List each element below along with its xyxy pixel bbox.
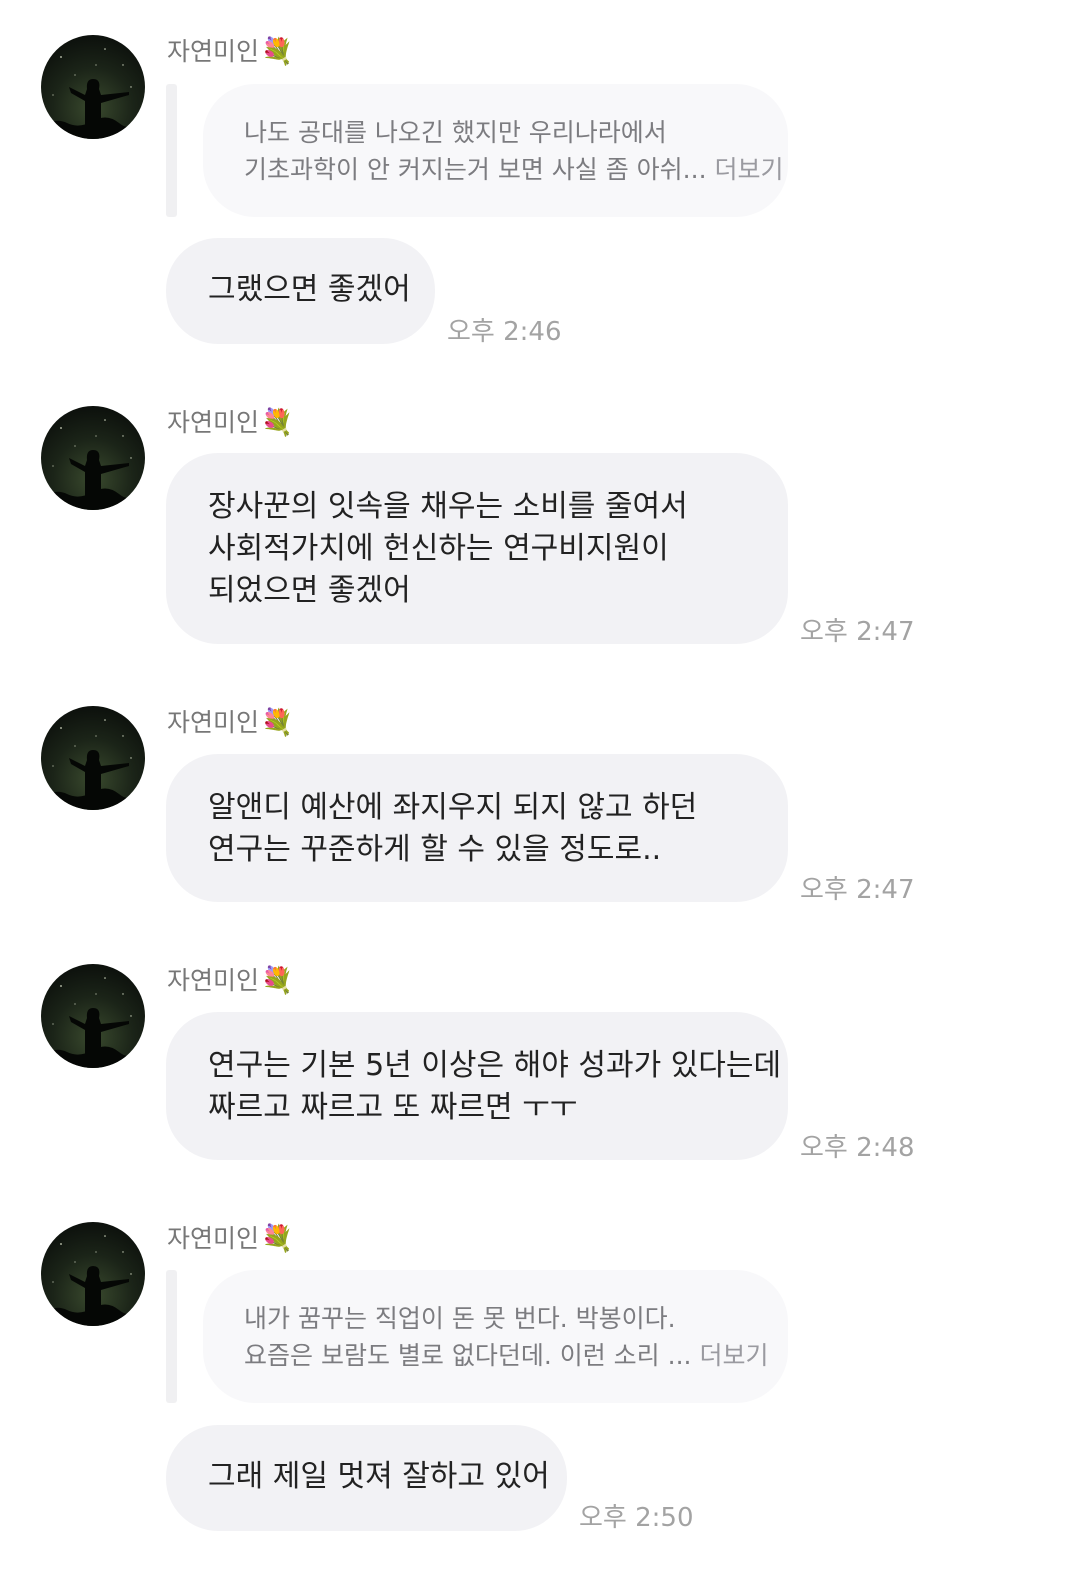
sender-name: 자연미인💐 (167, 708, 293, 738)
sender-name-text: 자연미인 (167, 708, 260, 737)
sender-name: 자연미인💐 (167, 966, 293, 996)
avatar-image (41, 706, 145, 810)
sender-name-text: 자연미인 (167, 408, 260, 437)
more-link[interactable]: 더보기 (715, 155, 784, 184)
bouquet-emoji: 💐 (261, 966, 294, 996)
sender-name-text: 자연미인 (167, 1224, 260, 1253)
sender-avatar[interactable] (41, 406, 145, 510)
sender-avatar[interactable] (41, 964, 145, 1068)
bouquet-emoji: 💐 (261, 1224, 294, 1254)
reply-line-2: 요즘은 보람도 별로 없다던데. 이런 소리 ... (244, 1341, 692, 1370)
reply-line-1: 내가 꿈꾸는 직업이 돈 못 번다. 박봉이다. (244, 1304, 676, 1333)
bouquet-emoji: 💐 (261, 37, 294, 67)
avatar-image (41, 406, 145, 510)
sender-avatar[interactable] (41, 1222, 145, 1326)
message-time: 오후 2:47 (800, 875, 915, 905)
sender-name-text: 자연미인 (167, 966, 260, 995)
sender-avatar[interactable] (41, 35, 145, 139)
sender-name: 자연미인💐 (167, 37, 293, 67)
sender-name: 자연미인💐 (167, 1224, 293, 1254)
reply-indicator-bar (166, 1270, 177, 1403)
message-bubble[interactable]: 그래 제일 멋져 잘하고 있어 (166, 1425, 567, 1531)
message-time: 오후 2:48 (800, 1133, 915, 1163)
sender-name: 자연미인💐 (167, 408, 293, 438)
sender-name-text: 자연미인 (167, 37, 260, 66)
quoted-reply-bubble[interactable]: 내가 꿈꾸는 직업이 돈 못 번다. 박봉이다. 요즘은 보람도 별로 없다던데… (203, 1270, 788, 1403)
message-bubble[interactable]: 연구는 기본 5년 이상은 해야 성과가 있다는데 짜르고 짜르고 또 짜르면 … (166, 1012, 788, 1160)
avatar-image (41, 964, 145, 1068)
reply-line-2: 기초과학이 안 커지는거 보면 사실 좀 아쉬... (244, 155, 707, 184)
message-time: 오후 2:50 (579, 1503, 694, 1533)
message-time: 오후 2:47 (800, 617, 915, 647)
message-bubble[interactable]: 장사꾼의 잇속을 채우는 소비를 줄여서 사회적가치에 헌신하는 연구비지원이 … (166, 453, 788, 644)
reply-line-1: 나도 공대를 나오긴 했지만 우리나라에서 (244, 118, 667, 147)
bouquet-emoji: 💐 (261, 408, 294, 438)
message-bubble[interactable]: 알앤디 예산에 좌지우지 되지 않고 하던 연구는 꾸준하게 할 수 있을 정도… (166, 754, 788, 902)
message-time: 오후 2:46 (447, 317, 562, 347)
quoted-reply-bubble[interactable]: 나도 공대를 나오긴 했지만 우리나라에서 기초과학이 안 커지는거 보면 사실… (203, 84, 788, 217)
avatar-image (41, 35, 145, 139)
avatar-image (41, 1222, 145, 1326)
bouquet-emoji: 💐 (261, 708, 294, 738)
reply-indicator-bar (166, 84, 177, 217)
sender-avatar[interactable] (41, 706, 145, 810)
message-bubble[interactable]: 그랬으면 좋겠어 (166, 238, 435, 344)
more-link[interactable]: 더보기 (699, 1341, 768, 1370)
